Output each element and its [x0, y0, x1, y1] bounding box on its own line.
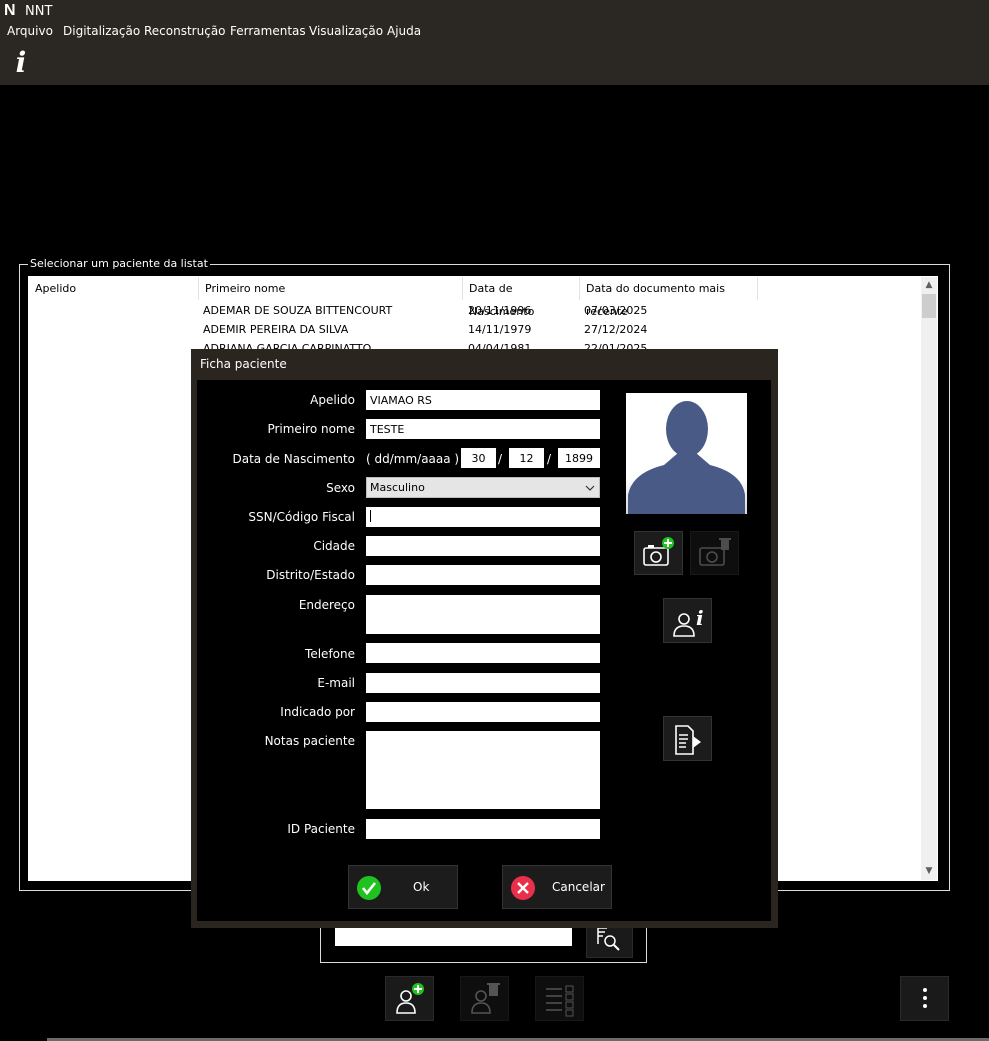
list-item[interactable]: ADEMAR DE SOUZA BITTENCOURT [203, 302, 392, 320]
more-options-button[interactable] [900, 976, 949, 1021]
window-title: NNT [25, 4, 53, 19]
id-field[interactable] [366, 819, 600, 839]
column-header-data-documento[interactable]: Data do documento mais recente [580, 277, 758, 318]
telefone-field[interactable] [366, 643, 600, 663]
birth-month-field[interactable] [509, 448, 544, 468]
label-endereco: Endereço [298, 598, 355, 612]
patient-list-label: Selecionar um paciente da listat [28, 257, 210, 270]
avatar-placeholder-icon [628, 401, 745, 514]
list-view-button[interactable] [535, 976, 584, 1021]
list-item: 14/11/1979 [468, 323, 532, 336]
add-patient-button[interactable] [385, 976, 434, 1021]
birth-day-field[interactable] [461, 448, 496, 468]
info-icon[interactable]: i [8, 48, 34, 80]
delete-user-icon [471, 983, 500, 1014]
list-item: 27/12/2024 [584, 323, 648, 336]
add-camera-icon [643, 537, 674, 566]
list-item: 20/11/1996 [468, 304, 532, 317]
cancel-button[interactable]: Cancelar [502, 865, 612, 909]
column-header-primeiro-nome[interactable]: Primeiro nome [199, 277, 463, 300]
app-logo: N [4, 2, 16, 19]
more-vertical-icon [923, 988, 927, 1008]
label-apelido: Apelido [310, 393, 355, 407]
app-header [0, 0, 989, 85]
column-header-data-nascimento[interactable]: Data de Nascimento [463, 277, 580, 318]
add-user-icon [396, 983, 424, 1014]
document-export-icon [675, 725, 701, 755]
patient-photo [626, 393, 747, 514]
label-sexo: Sexo [326, 481, 355, 495]
delete-photo-button[interactable] [690, 531, 739, 575]
label-cidade: Cidade [313, 539, 355, 553]
date-separator: / [547, 452, 552, 466]
text-cursor [370, 510, 371, 522]
ok-label: Ok [413, 880, 430, 894]
email-field[interactable] [366, 673, 600, 693]
list-item: 07/03/2025 [584, 304, 648, 317]
menu-ajuda[interactable]: Ajuda [387, 24, 421, 38]
svg-text:i: i [696, 606, 704, 630]
menu-reconstrucao[interactable]: Reconstrução [144, 24, 226, 38]
date-separator: / [498, 452, 503, 466]
label-telefone: Telefone [305, 647, 355, 661]
notas-field[interactable] [366, 731, 600, 809]
dialog-title: Ficha paciente [200, 357, 287, 371]
menu-ferramentas[interactable]: Ferramentas [230, 24, 306, 38]
endereco-field[interactable] [366, 595, 600, 634]
label-ssn: SSN/Código Fiscal [248, 510, 355, 524]
scrollbar-thumb[interactable] [922, 294, 936, 318]
list-item[interactable]: ADEMIR PEREIRA DA SILVA [203, 321, 348, 339]
indicado-field[interactable] [366, 702, 600, 722]
menu-visualizacao[interactable]: Visualização [309, 24, 383, 38]
cancel-label: Cancelar [552, 880, 605, 894]
list-scrollbar[interactable] [921, 277, 937, 880]
scroll-up-icon[interactable]: ▲ [921, 280, 937, 290]
sexo-selected-value: Masculino [370, 481, 425, 494]
label-id: ID Paciente [287, 822, 355, 836]
export-document-button[interactable] [663, 716, 712, 761]
label-primeiro-nome: Primeiro nome [267, 422, 355, 436]
label-indicado: Indicado por [280, 705, 355, 719]
scroll-down-icon[interactable]: ▼ [921, 866, 937, 876]
add-photo-button[interactable] [634, 531, 683, 575]
date-format-hint: ( dd/mm/aaaa ) [366, 452, 460, 466]
distrito-field[interactable] [366, 565, 600, 585]
birth-year-field[interactable] [558, 448, 600, 468]
ok-button[interactable]: Ok [348, 865, 458, 909]
label-email: E-mail [317, 676, 355, 690]
patient-info-button[interactable]: i [663, 598, 712, 643]
search-document-icon [597, 927, 620, 951]
chevron-down-icon [585, 485, 595, 491]
cidade-field[interactable] [366, 536, 600, 556]
ssn-field[interactable] [366, 507, 600, 527]
menu-arquivo[interactable]: Arquivo [7, 24, 53, 38]
column-header-apelido[interactable]: Apelido [29, 277, 199, 300]
delete-patient-button[interactable] [460, 976, 509, 1021]
list-icon [546, 985, 574, 1017]
user-info-icon: i [673, 606, 704, 637]
checkmark-icon [357, 876, 381, 900]
sexo-select[interactable]: Masculino [366, 477, 600, 498]
menu-digitalizacao[interactable]: Digitalização [63, 24, 140, 38]
label-distrito: Distrito/Estado [266, 568, 355, 582]
apelido-field[interactable] [366, 390, 600, 410]
primeiro-nome-field[interactable] [366, 419, 600, 439]
close-icon [511, 876, 535, 900]
label-data-nascimento: Data de Nascimento [232, 452, 355, 466]
label-notas: Notas paciente [264, 734, 355, 748]
search-input[interactable] [335, 928, 572, 946]
delete-camera-icon [699, 538, 731, 566]
